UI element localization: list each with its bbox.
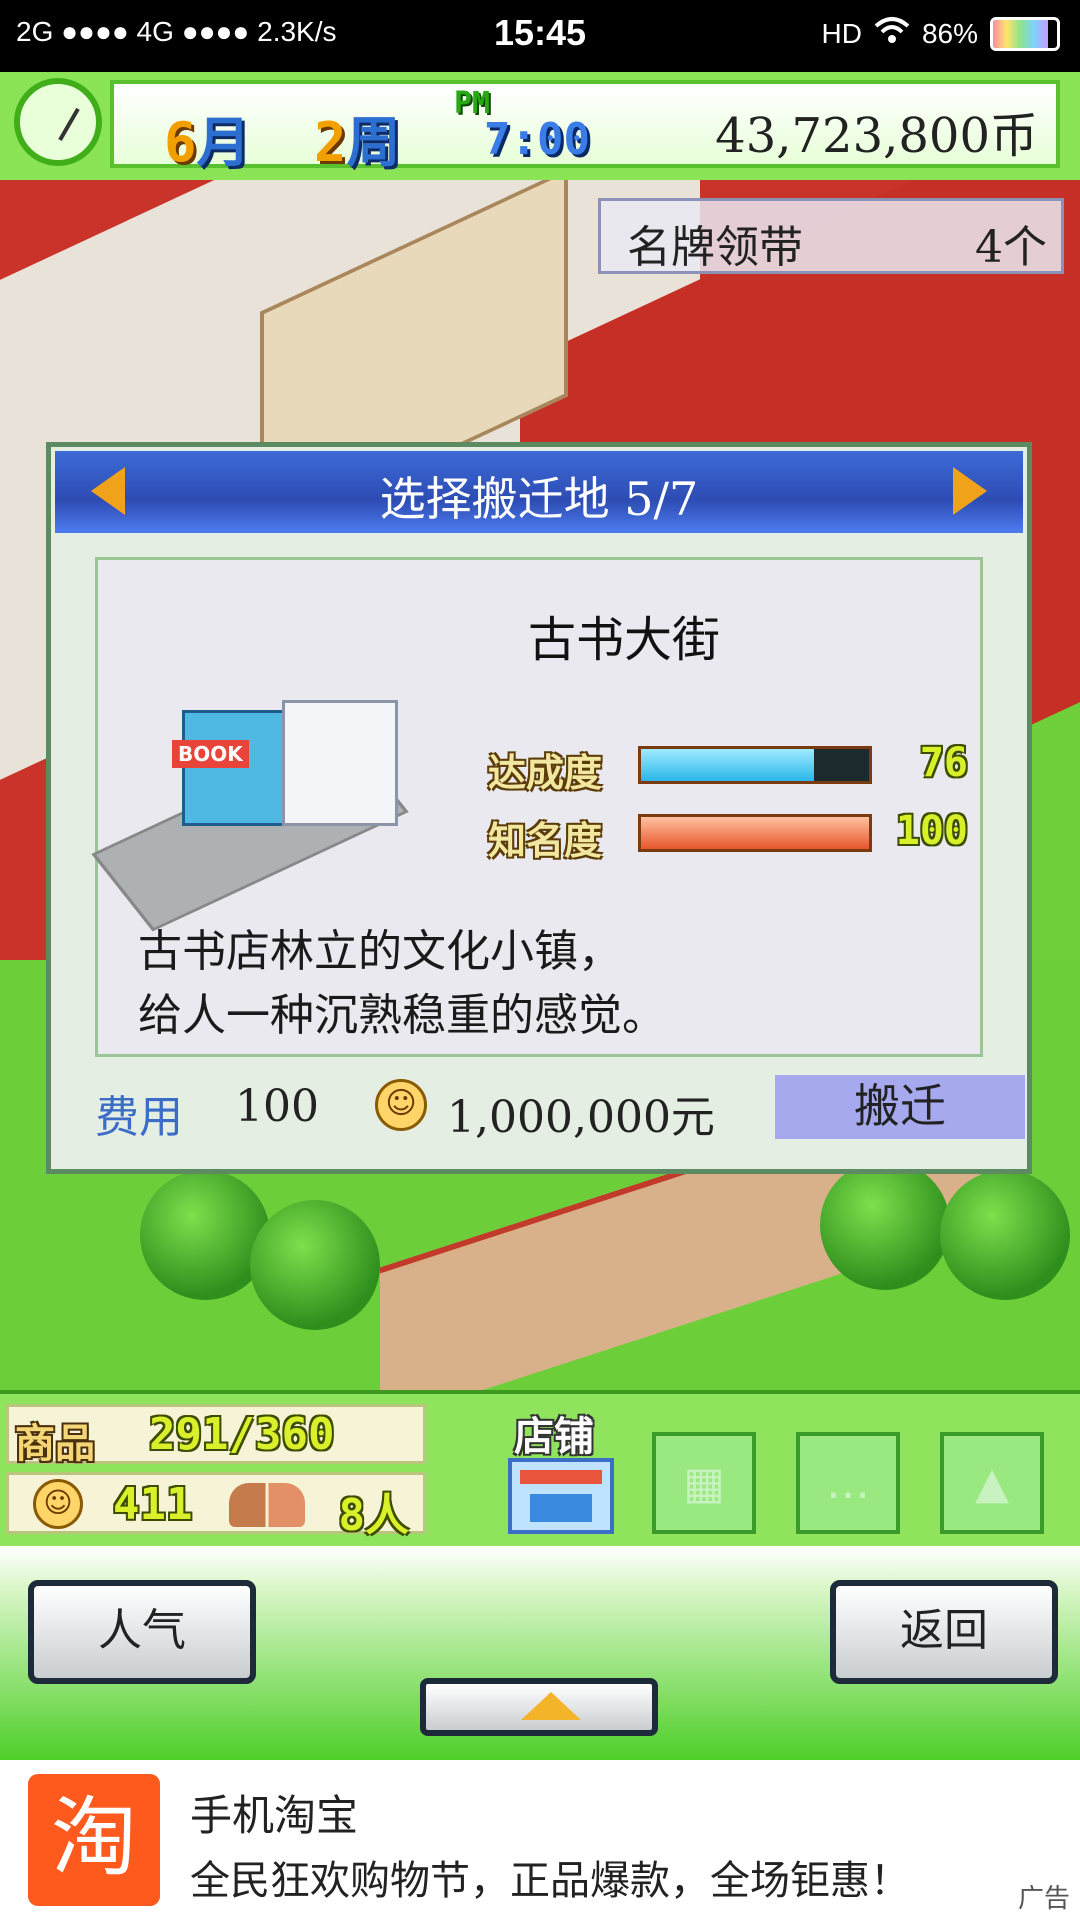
goods-value: 291/360: [149, 1409, 335, 1460]
cost-points: 100: [235, 1081, 319, 1132]
bookstore-building: [182, 710, 288, 826]
bottom-nav: 人气 返回: [0, 1546, 1080, 1760]
back-button[interactable]: 返回: [830, 1580, 1058, 1684]
tree-icon: [250, 1200, 380, 1330]
money-display: 43,723,800币: [715, 108, 1038, 164]
store-label: 店铺: [514, 1414, 594, 1460]
chat-bubble-icon: …: [826, 1458, 870, 1509]
battery-percent: 86%: [921, 17, 978, 49]
district-description: 古书店林立的文化小镇， 给人一种沉熟稳重的感觉。: [138, 920, 960, 1048]
battery-icon: [990, 16, 1060, 51]
stat-value: 76: [919, 740, 968, 786]
office-building: [282, 700, 398, 826]
week-display: 2周: [314, 111, 401, 174]
cost-money: 1,000,000元: [447, 1092, 715, 1143]
popularity-staff-row: ☺ 411 8人: [6, 1472, 426, 1541]
stat-achievement: 达成度 76: [488, 740, 968, 795]
store-icon: [508, 1458, 614, 1534]
cost-row: 费用 100 ☺ 1,000,000元 搬迁: [95, 1075, 1025, 1143]
item-count: 4个: [975, 222, 1047, 273]
town-menu-button[interactable]: ▲: [940, 1432, 1044, 1534]
smiley-icon: ☺: [33, 1479, 83, 1529]
chat-menu-button[interactable]: …: [796, 1432, 900, 1534]
achievement-bar-fill: [641, 749, 815, 781]
expand-up-button[interactable]: [420, 1678, 658, 1736]
cash-icon: ▦: [683, 1458, 725, 1509]
next-arrow-icon[interactable]: [953, 467, 987, 515]
goods-label: 商品: [15, 1421, 95, 1467]
description-line: 古书店林立的文化小镇，: [138, 926, 622, 977]
battery-level: [993, 19, 1049, 48]
item-stock-badge: 名牌领带 4个: [598, 198, 1064, 274]
game-time: 7:00: [484, 114, 590, 165]
achievement-bar: [638, 746, 872, 784]
relocation-dialog: 选择搬迁地 5/7 古书大街 BOOK 达成度 76 知名度 100 古书店林立…: [46, 442, 1032, 1174]
ad-tag: 广告: [1017, 1884, 1070, 1914]
dialog-title: 选择搬迁地 5/7: [379, 472, 699, 526]
store-menu-button[interactable]: 店铺: [508, 1404, 616, 1534]
district-name: 古书大街: [527, 612, 720, 668]
stat-label: 知名度: [488, 819, 603, 863]
smiley-icon: ☺: [375, 1079, 427, 1131]
item-name: 名牌领带: [627, 222, 803, 273]
ad-title: 手机淘宝: [190, 1791, 359, 1840]
dialog-header: 选择搬迁地 5/7: [55, 451, 1023, 533]
wifi-icon: [874, 16, 910, 51]
clock-icon[interactable]: [14, 78, 102, 166]
ad-text: 全民狂欢购物节，正品爆款，全场钜惠！: [190, 1858, 910, 1904]
ad-banner[interactable]: 淘 手机淘宝 全民狂欢购物节，正品爆款，全场钜惠！ 广告: [0, 1760, 1080, 1920]
status-bar: 2G ●●●● 4G ●●●● 2.3K/s 15:45 HD 86%: [0, 0, 1080, 72]
tree-icon: [940, 1170, 1070, 1300]
hd-indicator: HD: [821, 17, 862, 49]
up-arrow-icon: [521, 1692, 581, 1720]
goods-stock: 商品 291/360: [6, 1404, 426, 1467]
town-icon: ▲: [975, 1458, 1009, 1509]
staff-icon: [229, 1483, 305, 1527]
book-sign: BOOK: [172, 740, 249, 768]
cost-label: 费用: [95, 1092, 183, 1143]
taobao-logo-icon: 淘: [28, 1774, 160, 1906]
stat-value: 100: [895, 808, 968, 854]
cash-menu-button[interactable]: ▦: [652, 1432, 756, 1534]
bottom-hud: 商品 291/360 ☺ 411 8人 店铺 ▦ … ▲: [0, 1390, 1080, 1550]
move-button[interactable]: 搬迁: [775, 1075, 1025, 1139]
status-right: HD 86%: [821, 16, 1060, 51]
game-hud: 6月 2周 PM 7:00 43,723,800币: [0, 72, 1080, 184]
fame-bar: [638, 814, 872, 852]
tree-icon: [140, 1170, 270, 1300]
month-display: 6月: [164, 111, 251, 174]
stat-fame: 知名度 100: [488, 808, 968, 863]
date-money-panel: 6月 2周 PM 7:00 43,723,800币: [110, 80, 1060, 174]
description-line: 给人一种沉熟稳重的感觉。: [138, 990, 666, 1041]
popularity-button[interactable]: 人气: [28, 1580, 256, 1684]
staff-count: 8人: [338, 1490, 410, 1541]
district-info-box: 古书大街 BOOK 达成度 76 知名度 100 古书店林立的文化小镇， 给人一…: [91, 557, 983, 1057]
district-building-image: BOOK: [91, 670, 412, 932]
stat-label: 达成度: [488, 751, 603, 795]
popularity-value: 411: [113, 1479, 193, 1530]
fame-bar-fill: [641, 817, 869, 849]
tree-icon: [820, 1160, 950, 1290]
